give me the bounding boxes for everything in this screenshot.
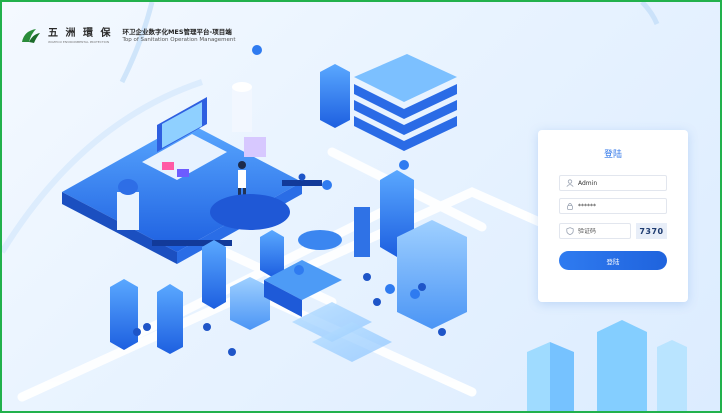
password-field[interactable] <box>559 198 667 214</box>
login-button[interactable]: 登陆 <box>559 251 667 270</box>
wuzhou-leaf-logo-icon <box>22 29 40 43</box>
brand-tagline: WUZHOU ENVIRONMENTAL PROTECTION <box>48 39 110 44</box>
brand: 五 洲 環 保 WUZHOU ENVIRONMENTAL PROTECTION <box>48 27 113 44</box>
username-input[interactable] <box>578 179 658 187</box>
login-title: 登陆 <box>603 150 622 160</box>
captcha-image[interactable]: 7370 <box>636 223 667 239</box>
login-card: 登陆 7370 登陆 <box>538 130 688 302</box>
password-input[interactable] <box>578 202 658 210</box>
username-field[interactable] <box>559 175 667 191</box>
title-english: Top of Sanitation Operation Management <box>122 36 236 43</box>
shield-icon <box>566 227 574 235</box>
header: 五 洲 環 保 WUZHOU ENVIRONMENTAL PROTECTION … <box>20 28 236 44</box>
user-icon <box>566 179 574 187</box>
platform-title: 环卫企业数字化MES管理平台-项目端 Top of Sanitation Ope… <box>122 28 236 43</box>
lock-icon <box>567 203 573 210</box>
captcha-input[interactable] <box>578 227 626 235</box>
title-chinese: 环卫企业数字化MES管理平台-项目端 <box>122 28 232 37</box>
brand-name: 五 洲 環 保 <box>48 27 113 39</box>
login-page: 五 洲 環 保 WUZHOU ENVIRONMENTAL PROTECTION … <box>0 0 722 413</box>
captcha-field[interactable] <box>559 223 631 239</box>
